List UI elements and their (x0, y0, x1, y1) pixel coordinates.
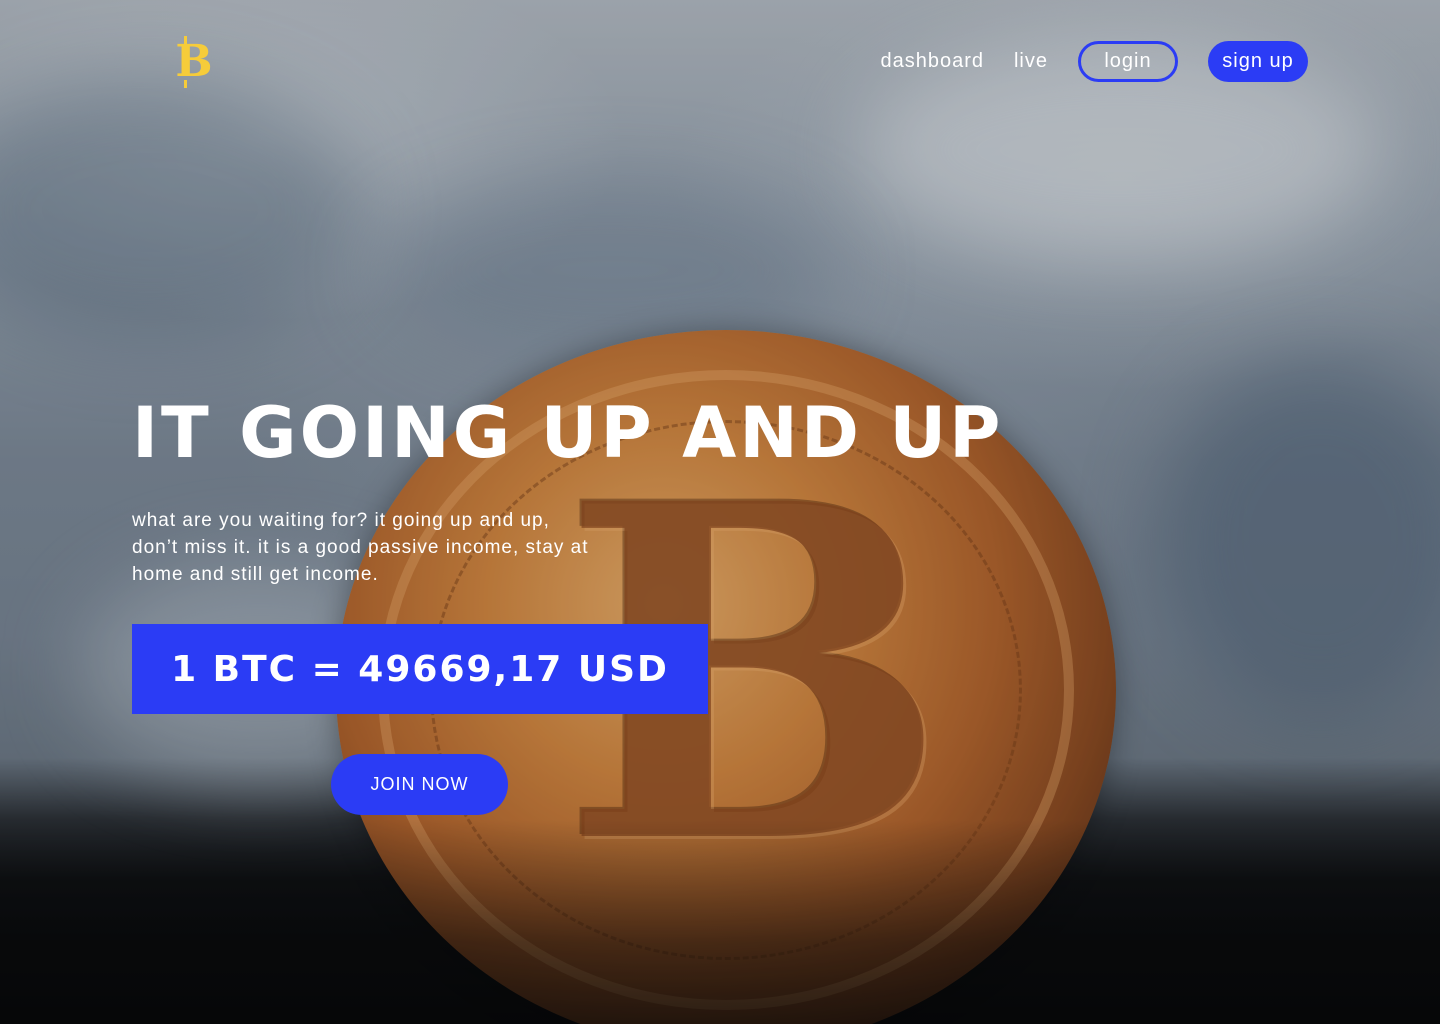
sign-up-button-label: sign up (1222, 50, 1294, 72)
nav-link-dashboard[interactable]: dashboard (880, 50, 984, 73)
hero-description: what are you waiting for? it going up an… (132, 510, 589, 585)
btc-price-banner: 1 BTC = 49669,17 USD (132, 624, 708, 714)
hero-headline: IT GOING UP AND UP (132, 392, 1004, 474)
login-button-label: login (1104, 50, 1152, 72)
nav-link-live[interactable]: live (1014, 50, 1048, 73)
btc-price-text: 1 BTC = 49669,17 USD (171, 648, 669, 690)
top-navigation: dashboard live login sign up (880, 41, 1308, 82)
login-button[interactable]: login (1078, 41, 1178, 82)
sign-up-button[interactable]: sign up (1208, 41, 1308, 82)
join-now-button[interactable]: JOIN NOW (331, 754, 508, 815)
bitcoin-logo-icon[interactable]: B (174, 34, 214, 90)
